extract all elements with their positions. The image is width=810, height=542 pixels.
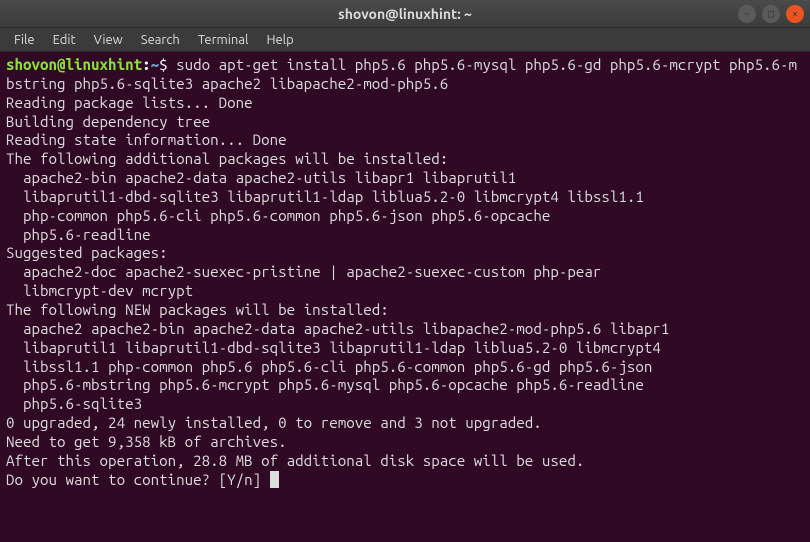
terminal-cursor [270, 471, 279, 488]
menu-search[interactable]: Search [133, 31, 188, 49]
menu-help[interactable]: Help [258, 31, 301, 49]
output-line: apache2-bin apache2-data apache2-utils l… [6, 169, 516, 186]
minimize-icon: – [744, 8, 750, 19]
menu-file[interactable]: File [6, 31, 43, 49]
output-line: Suggested packages: [6, 244, 168, 261]
menu-terminal[interactable]: Terminal [190, 31, 257, 49]
close-icon: × [792, 8, 798, 19]
terminal-viewport[interactable]: shovon@linuxhint:~$ sudo apt-get install… [0, 52, 810, 542]
output-line: Reading state information... Done [6, 131, 287, 148]
prompt-dollar: $ [159, 56, 176, 73]
output-line: php-common php5.6-cli php5.6-common php5… [6, 207, 550, 224]
output-line: The following additional packages will b… [6, 150, 448, 167]
close-button[interactable]: × [786, 5, 804, 23]
output-line: php5.6-mbstring php5.6-mcrypt php5.6-mys… [6, 376, 644, 393]
output-line: Need to get 9,358 kB of archives. [6, 433, 287, 450]
window-titlebar: shovon@linuxhint: ~ – □ × [0, 0, 810, 28]
output-line: libssl1.1 php-common php5.6 php5.6-cli p… [6, 358, 652, 375]
output-line: libmcrypt-dev mcrypt [6, 282, 193, 299]
output-line: Do you want to continue? [Y/n] [6, 471, 270, 488]
output-line: apache2 apache2-bin apache2-data apache2… [6, 320, 669, 337]
output-line: 0 upgraded, 24 newly installed, 0 to rem… [6, 414, 542, 431]
output-line: libaprutil1 libaprutil1-dbd-sqlite3 liba… [6, 339, 661, 356]
menu-bar: File Edit View Search Terminal Help [0, 28, 810, 52]
maximize-button[interactable]: □ [762, 5, 780, 23]
menu-view[interactable]: View [86, 31, 131, 49]
output-line: apache2-doc apache2-suexec-pristine | ap… [6, 263, 601, 280]
output-line: Building dependency tree [6, 113, 210, 130]
minimize-button[interactable]: – [738, 5, 756, 23]
prompt-user-host: shovon@linuxhint [6, 56, 142, 73]
menu-edit[interactable]: Edit [45, 31, 84, 49]
maximize-icon: □ [768, 8, 774, 20]
output-line: After this operation, 28.8 MB of additio… [6, 452, 584, 469]
window-controls: – □ × [738, 5, 804, 23]
output-line: libaprutil1-dbd-sqlite3 libaprutil1-ldap… [6, 188, 644, 205]
output-line: The following NEW packages will be insta… [6, 301, 389, 318]
prompt-colon: : [142, 56, 151, 73]
output-line: Reading package lists... Done [6, 94, 253, 111]
prompt-path: ~ [151, 56, 160, 73]
output-line: php5.6-readline [6, 226, 151, 243]
window-title: shovon@linuxhint: ~ [338, 6, 472, 22]
output-line: php5.6-sqlite3 [6, 395, 142, 412]
